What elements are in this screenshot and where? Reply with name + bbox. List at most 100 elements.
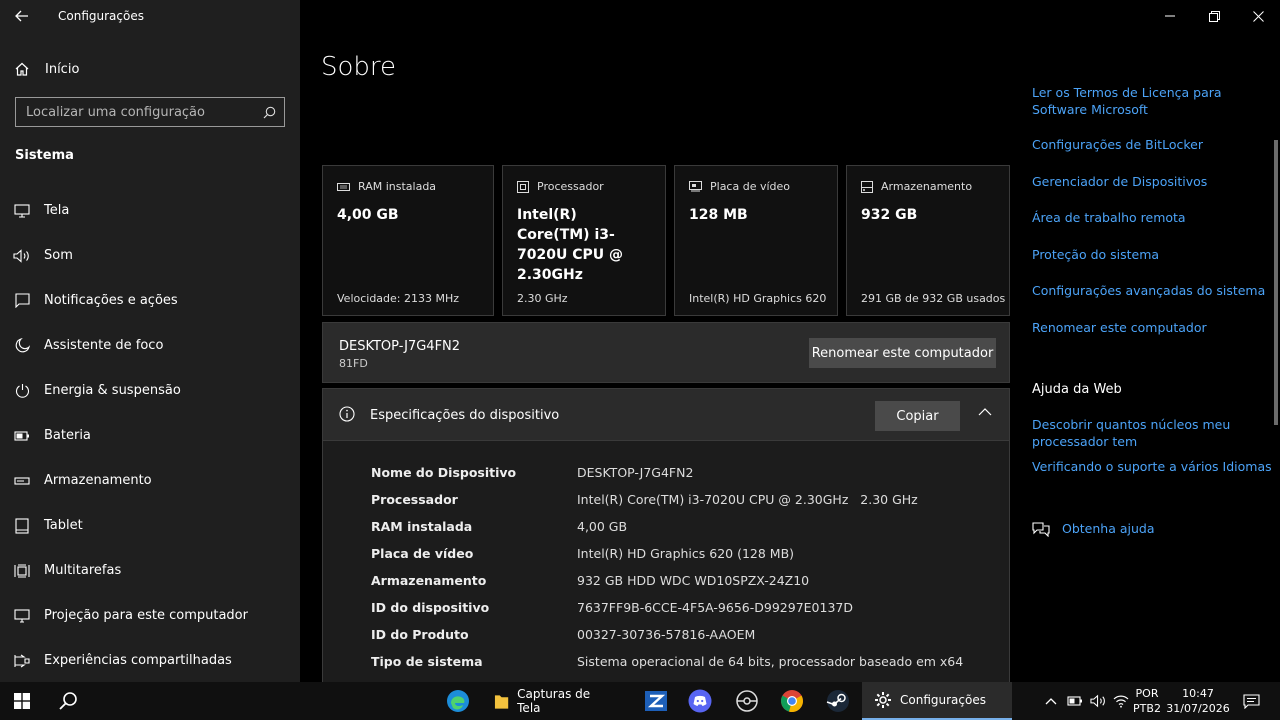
restore-button[interactable] (1192, 0, 1236, 32)
sidebar-item-home[interactable]: Início (0, 52, 300, 86)
tray-clock[interactable]: 10:47 31/07/2026 (1166, 682, 1230, 720)
get-help-link[interactable]: Obtenha ajuda (1062, 520, 1155, 537)
taskbar-explorer-label: Capturas de Tela (517, 687, 591, 715)
taskbar-settings[interactable]: Configurações (862, 682, 1012, 720)
action-center-button[interactable] (1236, 682, 1266, 720)
spec-key: ID do dispositivo (371, 600, 490, 615)
spec-value: Intel(R) HD Graphics 620 (128 MB) (577, 546, 795, 561)
window-title: Configurações (58, 9, 144, 23)
sidebar-item-power[interactable]: Energia & suspensão (0, 368, 300, 413)
chrome-icon (781, 690, 803, 713)
minimize-button[interactable] (1148, 0, 1192, 32)
clock-time: 10:47 (1182, 687, 1214, 700)
advanced-system-settings-link[interactable]: Configurações avançadas do sistema (1032, 282, 1265, 299)
z-app-icon (645, 691, 667, 711)
monitor-icon (14, 203, 30, 218)
spec-key: ID do Produto (371, 627, 469, 642)
device-manager-link[interactable]: Gerenciador de Dispositivos (1032, 173, 1207, 190)
spec-value: 00327-30736-57816-AAOEM (577, 627, 756, 642)
remote-desktop-link[interactable]: Área de trabalho remota (1032, 209, 1186, 226)
edge-icon (447, 690, 469, 712)
card-footer: Velocidade: 2133 MHz (337, 292, 460, 305)
card-value: Intel(R) Core(TM) i3-7020U CPU @ 2.30GHz (517, 207, 623, 283)
chevron-up-icon[interactable] (978, 407, 992, 416)
sidebar-item-storage[interactable]: Armazenamento (0, 458, 300, 503)
sidebar-item-projection[interactable]: Projeção para este computador (0, 593, 300, 638)
spec-key: Armazenamento (371, 573, 487, 588)
sidebar-item-battery[interactable]: Bateria (0, 413, 300, 458)
sidebar-item-notifications[interactable]: Notificações e ações (0, 278, 300, 323)
card-label: RAM instalada (358, 180, 437, 193)
search-input[interactable] (16, 104, 254, 120)
info-icon (339, 406, 355, 422)
page-title: Sobre (321, 52, 397, 82)
power-icon (15, 384, 29, 398)
moon-icon (15, 338, 30, 353)
close-button[interactable] (1236, 0, 1280, 32)
wifi-icon (1113, 695, 1129, 708)
back-arrow-icon (15, 10, 28, 22)
taskbar-app-circle[interactable] (727, 682, 767, 720)
rename-pc-link[interactable]: Renomear este computador (1032, 319, 1207, 336)
card-value: 4,00 GB (337, 207, 399, 223)
search-box[interactable] (15, 97, 285, 127)
sidebar-item-shared-experiences[interactable]: Experiências compartilhadas (0, 638, 300, 683)
storage-card: Armazenamento 932 GB 291 GB de 932 GB us… (846, 165, 1010, 316)
tray-volume[interactable] (1087, 682, 1109, 720)
taskbar-explorer[interactable]: Capturas de Tela (484, 682, 612, 720)
copy-button[interactable]: Copiar (875, 401, 960, 431)
bitlocker-link[interactable]: Configurações de BitLocker (1032, 136, 1203, 153)
search-button[interactable] (44, 682, 92, 720)
web-help-heading: Ajuda da Web (1032, 382, 1122, 397)
taskbar-discord[interactable] (680, 682, 720, 720)
system-protection-link[interactable]: Proteção do sistema (1032, 246, 1159, 263)
sidebar-item-sound[interactable]: Som (0, 233, 300, 278)
pc-model: 81FD (339, 357, 368, 370)
sidebar-item-tablet[interactable]: Tablet (0, 503, 300, 548)
tray-overflow[interactable] (1040, 682, 1062, 720)
pc-name: DESKTOP-J7G4FN2 (339, 339, 461, 354)
start-button[interactable] (0, 682, 44, 720)
sidebar-item-label: Tablet (44, 518, 83, 533)
spec-row: Placa de vídeo Intel(R) HD Graphics 620 (… (371, 546, 794, 566)
sidebar-item-label: Energia & suspensão (44, 383, 181, 398)
taskbar-steam[interactable] (818, 682, 858, 720)
sidebar-section-title: Sistema (15, 148, 74, 163)
sidebar-item-label: Armazenamento (44, 473, 152, 488)
sidebar-item-display[interactable]: Tela (0, 188, 300, 233)
speaker-icon (1089, 694, 1105, 708)
sidebar-item-label: Som (44, 248, 73, 263)
card-value: 932 GB (861, 207, 918, 223)
search-icon[interactable] (263, 106, 276, 119)
license-terms-link[interactable]: Ler os Termos de Licença para Software M… (1032, 84, 1232, 118)
ram-icon (337, 182, 350, 191)
spec-key: Processador (371, 492, 458, 507)
taskbar-app-z[interactable] (636, 682, 676, 720)
share-icon (14, 654, 30, 667)
scrollbar-thumb[interactable] (1274, 140, 1278, 425)
back-button[interactable] (0, 0, 44, 32)
taskbar-chrome[interactable] (772, 682, 812, 720)
cores-help-link[interactable]: Descobrir quantos núcleos meu processado… (1032, 416, 1232, 450)
device-specs-header[interactable]: Especificações do dispositivo Copiar (322, 388, 1010, 441)
sidebar-header: Configurações (0, 0, 300, 32)
gear-icon (875, 692, 891, 708)
language-support-link[interactable]: Verificando o suporte a vários Idiomas (1032, 458, 1272, 475)
tray-battery[interactable] (1064, 682, 1086, 720)
language-code: POR (1135, 687, 1159, 700)
tray-language[interactable]: POR PTB2 (1132, 682, 1162, 720)
window-controls (1148, 0, 1280, 32)
taskbar-edge[interactable] (438, 682, 478, 720)
sidebar-item-focus-assist[interactable]: Assistente de foco (0, 323, 300, 368)
tablet-icon (15, 517, 29, 534)
get-help[interactable]: Obtenha ajuda (1032, 520, 1155, 537)
device-specs-body: Nome do Dispositivo DESKTOP-J7G4FN2 Proce… (322, 441, 1010, 682)
steam-icon (826, 690, 849, 712)
sidebar-item-label: Bateria (44, 428, 91, 443)
ram-card: RAM instalada 4,00 GB Velocidade: 2133 M… (322, 165, 494, 316)
tray-wifi[interactable] (1110, 682, 1132, 720)
rename-pc-button[interactable]: Renomear este computador (809, 338, 996, 368)
sidebar-list: Tela Som Notificações e ações Assistente… (0, 188, 300, 683)
sidebar-item-multitasking[interactable]: Multitarefas (0, 548, 300, 593)
battery-icon (1067, 696, 1082, 706)
